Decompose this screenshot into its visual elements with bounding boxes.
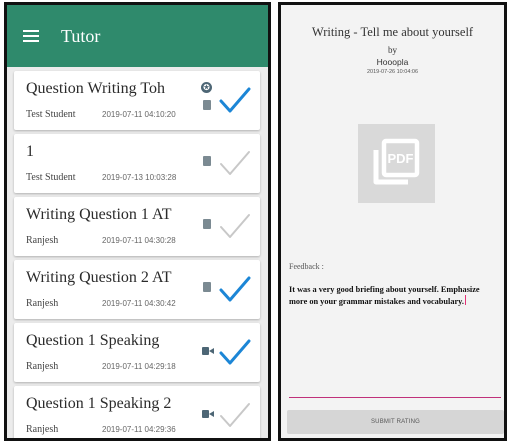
submission-card[interactable]: Question 1 Speaking 2 Ranjesh 2019-07-11… (14, 386, 260, 438)
document-icon (203, 282, 211, 292)
check-icon[interactable] (218, 400, 252, 430)
feedback-label: Feedback : (289, 262, 324, 271)
submission-title: 1 (26, 143, 34, 160)
student-name: Ranjesh (26, 424, 59, 435)
detail-title: Writing - Tell me about yourself (311, 25, 474, 39)
submission-title: Writing Question 1 AT (26, 206, 172, 223)
document-icon (203, 100, 211, 110)
author-name: Hooopla (376, 57, 409, 67)
student-name: Test Student (26, 172, 76, 183)
check-icon[interactable] (218, 85, 252, 115)
app-bar: Tutor (7, 5, 268, 67)
check-icon[interactable] (218, 274, 252, 304)
submission-date: 2019-07-13 10:03:28 (102, 173, 177, 182)
pdf-attachment[interactable]: PDF (358, 124, 435, 203)
submission-title: Writing Question 2 AT (26, 269, 172, 286)
document-icon (203, 156, 211, 166)
student-name: Ranjesh (26, 235, 59, 246)
submission-card[interactable]: Writing Question 1 AT Ranjesh 2019-07-11… (14, 197, 260, 256)
pdf-file-icon: PDF (373, 138, 420, 185)
feedback-underline (289, 397, 501, 398)
check-icon[interactable] (218, 148, 252, 178)
submission-card[interactable]: Question Writing Toh Test Student 2019-0… (14, 71, 260, 130)
submission-title: Question Writing Toh (26, 80, 165, 97)
student-name: Test Student (26, 109, 76, 120)
feedback-text: It was a very good briefing about yourse… (289, 285, 480, 306)
student-name: Ranjesh (26, 361, 59, 372)
pdf-label: PDF (388, 151, 414, 166)
submission-date: 2019-07-11 04:10:20 (102, 110, 176, 119)
app-title: Tutor (61, 25, 101, 46)
submission-title: Question 1 Speaking (26, 332, 160, 349)
feedback-input[interactable]: It was a very good briefing about yourse… (289, 284, 499, 307)
submit-rating-button[interactable]: SUBMIT RATING (287, 410, 504, 434)
detail-date: 2019-07-26 10:04:06 (366, 69, 419, 75)
submission-title: Question 1 Speaking 2 (26, 395, 172, 412)
badge-icon: ✪ (201, 82, 212, 93)
student-name: Ranjesh (26, 298, 59, 309)
text-cursor (464, 295, 466, 305)
check-icon[interactable] (218, 337, 252, 367)
submission-list-screen: Tutor Question Writing Toh Test Student … (4, 2, 271, 441)
video-icon (202, 347, 214, 355)
submission-card[interactable]: 1 Test Student 2019-07-13 10:03:28 (14, 134, 260, 193)
menu-icon[interactable] (23, 30, 39, 42)
submission-card[interactable]: Question 1 Speaking Ranjesh 2019-07-11 0… (14, 323, 260, 382)
submission-card[interactable]: Writing Question 2 AT Ranjesh 2019-07-11… (14, 260, 260, 319)
submission-list: Question Writing Toh Test Student 2019-0… (7, 67, 268, 438)
submission-date: 2019-07-11 04:29:36 (102, 425, 176, 434)
video-icon (202, 410, 214, 418)
document-icon (203, 219, 211, 229)
by-label: by (388, 45, 397, 55)
submission-detail-screen: Writing - Tell me about yourself by Hooo… (278, 2, 507, 441)
submission-date: 2019-07-11 04:29:18 (102, 362, 176, 371)
submission-date: 2019-07-11 04:30:28 (102, 236, 176, 245)
check-icon[interactable] (218, 211, 252, 241)
submission-date: 2019-07-11 04:30:42 (102, 299, 176, 308)
